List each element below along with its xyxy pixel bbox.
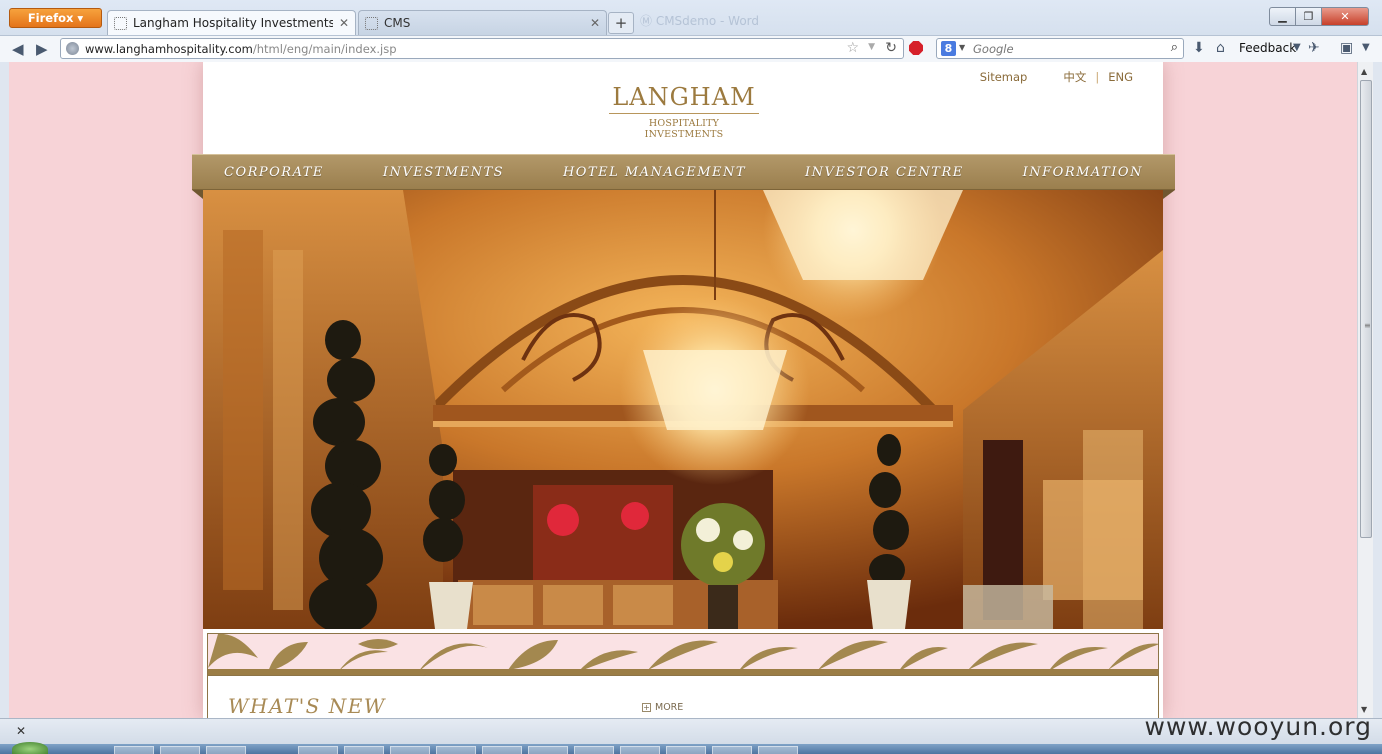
nav-investments[interactable]: Investments bbox=[383, 165, 504, 180]
scroll-thumb[interactable]: ≡ bbox=[1360, 80, 1372, 538]
firefox-menu-button[interactable]: Firefox ▾ bbox=[9, 8, 102, 28]
scroll-up-icon[interactable]: ▲ bbox=[1361, 67, 1367, 76]
close-tab-icon[interactable]: ✕ bbox=[339, 16, 349, 30]
download-icon[interactable]: ⬇ bbox=[1193, 40, 1205, 56]
nav-hotel-management[interactable]: Hotel Management bbox=[563, 165, 746, 180]
chevron-down-icon: ▾ bbox=[77, 11, 84, 25]
search-engine-dropdown-icon[interactable]: ▼ bbox=[959, 43, 965, 52]
main-navigation: Corporate Investments Hotel Management I… bbox=[192, 154, 1175, 190]
taskbar-button[interactable] bbox=[712, 746, 752, 754]
close-icon: ✕ bbox=[1340, 10, 1350, 23]
feedback-dropdown-icon[interactable]: ▼ bbox=[1293, 42, 1301, 53]
url-bar[interactable]: www.langhamhospitality.com/html/eng/main… bbox=[60, 38, 904, 59]
watermark-text: www.wooyun.org bbox=[1144, 712, 1372, 741]
top-links: Sitemap 中文 | ENG bbox=[973, 69, 1140, 85]
section-title: What's New bbox=[228, 694, 386, 718]
tab-cms[interactable]: CMS ✕ bbox=[358, 10, 607, 35]
damask-banner bbox=[207, 633, 1159, 676]
more-link[interactable]: + MORE bbox=[642, 702, 683, 713]
divider: | bbox=[1095, 70, 1100, 84]
nav-information[interactable]: Information bbox=[1023, 165, 1143, 180]
taskbar-button[interactable] bbox=[574, 746, 614, 754]
firefox-menu-label: Firefox bbox=[27, 11, 74, 25]
nav-investor-centre[interactable]: Investor Centre bbox=[805, 165, 964, 180]
url-path: /html/eng/main/index.jsp bbox=[252, 41, 397, 56]
plus-icon: + bbox=[614, 14, 628, 32]
english-language-link[interactable]: ENG bbox=[1101, 70, 1140, 84]
back-icon[interactable]: ◀ bbox=[12, 40, 24, 58]
start-button-icon[interactable] bbox=[12, 742, 48, 754]
bookmark-star-icon[interactable]: ☆ bbox=[846, 40, 859, 56]
search-bar[interactable]: 8 ▼ Google ⌕ bbox=[936, 38, 1184, 59]
logo-name: LANGHAM bbox=[609, 83, 759, 114]
page-viewport: Sitemap 中文 | ENG LANGHAM HOSPITALITY INV… bbox=[9, 62, 1357, 718]
whats-new-section: What's New + MORE bbox=[207, 676, 1159, 718]
page-favicon-icon bbox=[365, 16, 378, 30]
taskbar-button[interactable] bbox=[390, 746, 430, 754]
url-host: www.langhamhospitality.com bbox=[85, 41, 253, 56]
restore-button[interactable]: ❐ bbox=[1295, 7, 1322, 26]
site-page: Sitemap 中文 | ENG LANGHAM HOSPITALITY INV… bbox=[192, 62, 1175, 718]
chinese-language-link[interactable]: 中文 bbox=[1056, 69, 1093, 85]
forward-icon[interactable]: ▶ bbox=[36, 40, 48, 58]
nav-ribbon-fold bbox=[192, 190, 203, 199]
page-favicon-icon bbox=[114, 16, 127, 30]
taskbar-button[interactable] bbox=[206, 746, 246, 754]
reload-icon[interactable]: ↻ bbox=[885, 40, 897, 56]
taskbar-button[interactable] bbox=[160, 746, 200, 754]
more-label: MORE bbox=[655, 702, 684, 713]
plus-icon: + bbox=[642, 703, 651, 712]
restore-icon: ❐ bbox=[1303, 10, 1314, 23]
search-icon[interactable]: ⌕ bbox=[1171, 40, 1178, 55]
taskbar-button[interactable] bbox=[758, 746, 798, 754]
background-window-title: Ⓜ CMSdemo - Word bbox=[640, 14, 759, 28]
search-engine-icon[interactable]: 8 bbox=[941, 41, 956, 56]
feedback-button[interactable]: Feedback bbox=[1239, 41, 1296, 55]
tab-title: CMS bbox=[384, 16, 411, 30]
home-icon[interactable]: ⌂ bbox=[1216, 40, 1225, 56]
addon-icon[interactable]: ✈ bbox=[1308, 40, 1320, 56]
taskbar-button[interactable] bbox=[114, 746, 154, 754]
tab-title: Langham Hospitality Investments Li... bbox=[133, 16, 333, 30]
damask-band bbox=[208, 669, 1158, 675]
close-tab-icon[interactable]: ✕ bbox=[590, 16, 600, 30]
nav-ribbon-fold bbox=[1163, 190, 1175, 199]
close-window-button[interactable]: ✕ bbox=[1321, 7, 1369, 26]
adblock-icon[interactable] bbox=[909, 41, 923, 55]
globe-icon bbox=[66, 42, 79, 55]
url-dropdown-icon[interactable]: ▼ bbox=[868, 42, 875, 52]
minimize-icon: ▁ bbox=[1278, 10, 1287, 23]
vertical-scrollbar[interactable]: ▲ ≡ ▼ bbox=[1357, 62, 1373, 718]
sitemap-link[interactable]: Sitemap bbox=[973, 70, 1035, 84]
search-input[interactable]: Google bbox=[973, 42, 1014, 56]
taskbar-button[interactable] bbox=[298, 746, 338, 754]
taskbar-button[interactable] bbox=[436, 746, 476, 754]
langham-logo[interactable]: LANGHAM HOSPITALITY INVESTMENTS bbox=[609, 83, 759, 140]
addon-menu-icon[interactable]: ▣ bbox=[1340, 40, 1353, 56]
addon-bar: ✕ www.wooyun.org bbox=[0, 712, 1382, 744]
navigation-toolbar: ◀ ▶ www.langhamhospitality.com/html/eng/… bbox=[0, 35, 1382, 62]
hero-image-hotel-lobby bbox=[203, 190, 1163, 629]
nav-corporate[interactable]: Corporate bbox=[224, 165, 324, 180]
taskbar-button[interactable] bbox=[620, 746, 660, 754]
browser-chrome: Firefox ▾ Langham Hospitality Investment… bbox=[0, 0, 1382, 62]
taskbar-button[interactable] bbox=[666, 746, 706, 754]
new-tab-button[interactable]: + bbox=[608, 12, 634, 34]
close-addon-bar-icon[interactable]: ✕ bbox=[16, 724, 26, 738]
taskbar-button[interactable] bbox=[482, 746, 522, 754]
minimize-button[interactable]: ▁ bbox=[1269, 7, 1296, 26]
logo-subtitle: HOSPITALITY INVESTMENTS bbox=[644, 118, 724, 140]
tab-langham[interactable]: Langham Hospitality Investments Li... ✕ bbox=[107, 10, 356, 35]
taskbar-button[interactable] bbox=[344, 746, 384, 754]
windows-taskbar bbox=[0, 742, 1382, 754]
grip-icon: ≡ bbox=[1364, 321, 1371, 330]
toolbar-dropdown-icon[interactable]: ▼ bbox=[1362, 42, 1370, 53]
taskbar-button[interactable] bbox=[528, 746, 568, 754]
